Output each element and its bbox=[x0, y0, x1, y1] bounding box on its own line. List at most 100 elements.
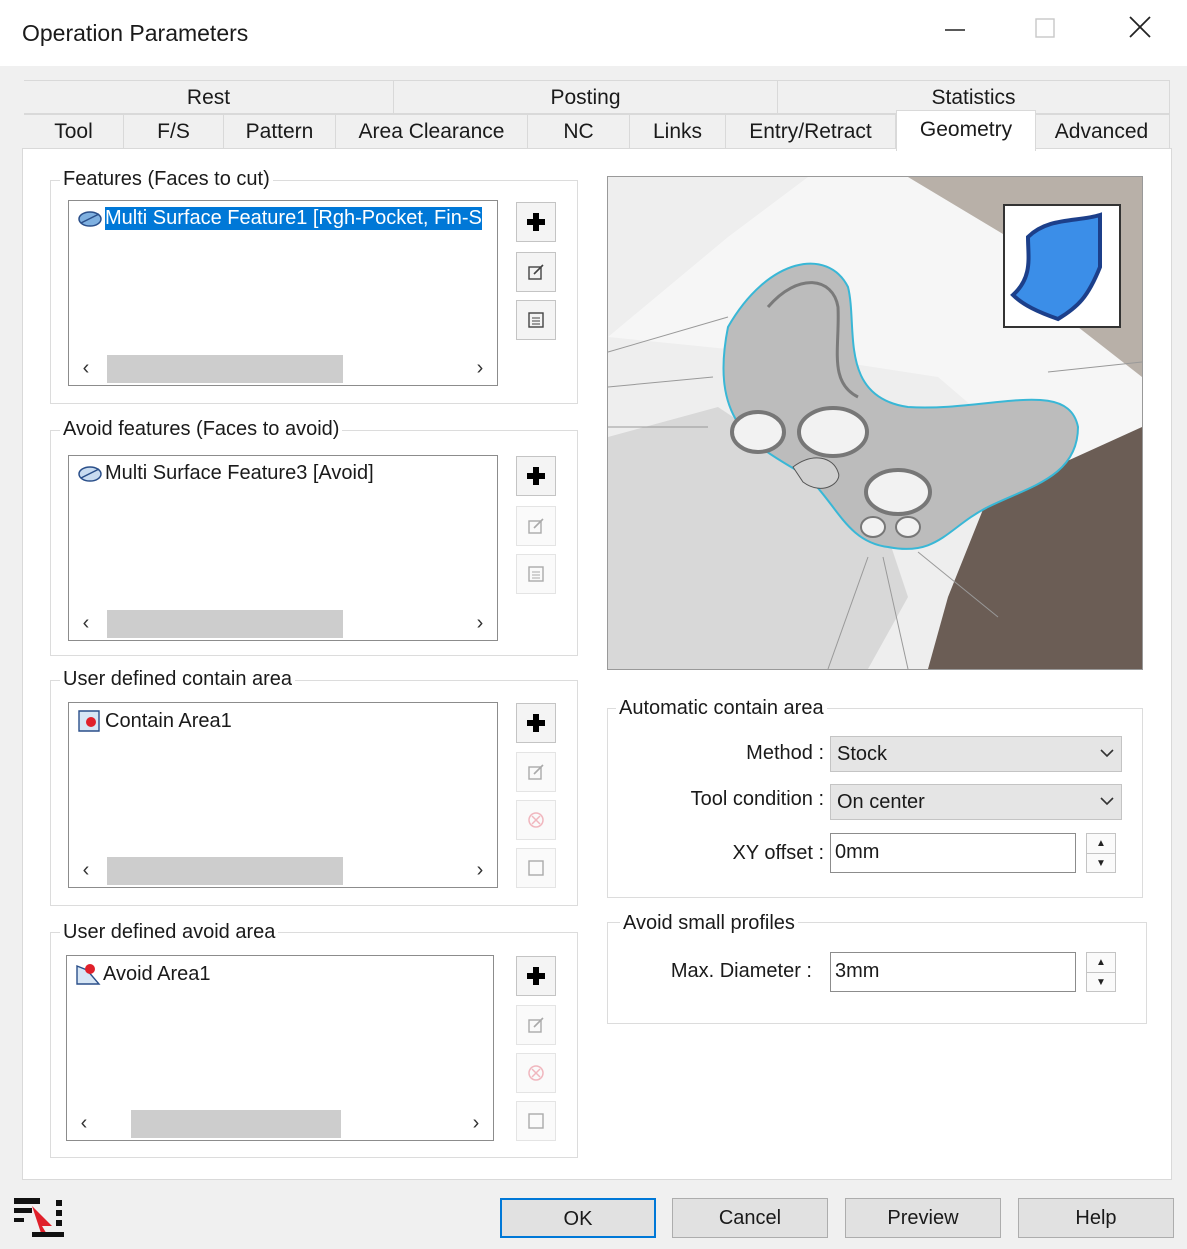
horizontal-scrollbar[interactable]: ‹ › bbox=[69, 1108, 491, 1138]
tab-advanced[interactable]: Advanced bbox=[1034, 114, 1170, 148]
add-feature-button[interactable] bbox=[516, 202, 556, 242]
xy-offset-input[interactable]: 0mm bbox=[830, 833, 1076, 873]
list-icon bbox=[528, 566, 544, 582]
horizontal-scrollbar[interactable]: ‹ › bbox=[71, 855, 495, 885]
contain-area-list[interactable]: Contain Area1 ‹ › bbox=[68, 702, 498, 888]
list-item[interactable]: Avoid Area1 bbox=[75, 962, 211, 986]
tab-fs[interactable]: F/S bbox=[124, 114, 224, 148]
tab-pattern[interactable]: Pattern bbox=[224, 114, 336, 148]
help-button[interactable]: Help bbox=[1018, 1198, 1174, 1238]
horizontal-scrollbar[interactable]: ‹ › bbox=[71, 353, 495, 383]
list-avoid-feature-button[interactable] bbox=[516, 554, 556, 594]
spin-up-icon[interactable]: ▲ bbox=[1087, 953, 1115, 973]
list-contain-area-button[interactable] bbox=[516, 848, 556, 888]
delete-contain-area-button[interactable] bbox=[516, 800, 556, 840]
spin-up-icon[interactable]: ▲ bbox=[1087, 834, 1115, 854]
edit-icon bbox=[528, 518, 544, 534]
tab-geometry[interactable]: Geometry bbox=[896, 110, 1036, 151]
chevron-down-icon bbox=[1099, 785, 1115, 830]
cancel-button[interactable]: Cancel bbox=[672, 1198, 828, 1238]
tab-entry-retract[interactable]: Entry/Retract bbox=[726, 114, 896, 148]
list-item[interactable]: Multi Surface Feature3 [Avoid] bbox=[77, 462, 374, 485]
tab-tool[interactable]: Tool bbox=[24, 114, 124, 148]
surface-feature-icon bbox=[78, 465, 102, 482]
delete-icon bbox=[528, 1065, 544, 1081]
list-item-label: Contain Area1 bbox=[105, 709, 232, 732]
plus-icon bbox=[527, 467, 545, 485]
scroll-thumb[interactable] bbox=[107, 610, 343, 638]
avoid-area-icon bbox=[76, 964, 101, 985]
spin-down-icon[interactable]: ▼ bbox=[1087, 854, 1115, 873]
delete-avoid-area-button[interactable] bbox=[516, 1053, 556, 1093]
scroll-left-icon[interactable]: ‹ bbox=[69, 1108, 99, 1138]
edit-contain-area-button[interactable] bbox=[516, 752, 556, 792]
list-item-label: Multi Surface Feature1 [Rgh-Pocket, Fin-… bbox=[105, 207, 482, 230]
tab-rest[interactable]: Rest bbox=[24, 80, 394, 114]
max-diameter-stepper[interactable]: ▲ ▼ bbox=[1086, 952, 1116, 992]
add-contain-area-button[interactable] bbox=[516, 703, 556, 743]
list-avoid-area-button[interactable] bbox=[516, 1101, 556, 1141]
minimize-icon bbox=[945, 29, 965, 31]
list-icon bbox=[528, 1113, 544, 1129]
scroll-right-icon[interactable]: › bbox=[465, 353, 495, 383]
tab-area-clearance[interactable]: Area Clearance bbox=[336, 114, 528, 148]
avoid-features-list[interactable]: Multi Surface Feature3 [Avoid] ‹ › bbox=[68, 455, 498, 641]
scroll-thumb[interactable] bbox=[131, 1110, 341, 1138]
plus-icon bbox=[527, 967, 545, 985]
edit-feature-button[interactable] bbox=[516, 252, 556, 292]
scroll-left-icon[interactable]: ‹ bbox=[71, 855, 101, 885]
tool-condition-label: Tool condition : bbox=[690, 788, 824, 810]
geometry-preview bbox=[607, 176, 1143, 670]
method-select[interactable]: Stock bbox=[830, 736, 1122, 772]
horizontal-scrollbar[interactable]: ‹ › bbox=[71, 608, 495, 638]
contain-area-icon bbox=[78, 710, 100, 732]
close-button[interactable] bbox=[1115, 14, 1165, 54]
scroll-left-icon[interactable]: ‹ bbox=[71, 608, 101, 638]
avoid-features-group-label: Avoid features (Faces to avoid) bbox=[60, 418, 343, 441]
add-avoid-feature-button[interactable] bbox=[516, 456, 556, 496]
edit-avoid-area-button[interactable] bbox=[516, 1005, 556, 1045]
ok-button[interactable]: OK bbox=[500, 1198, 656, 1238]
edit-icon bbox=[528, 764, 544, 780]
contain-area-group-label: User defined contain area bbox=[60, 668, 296, 691]
add-avoid-area-button[interactable] bbox=[516, 956, 556, 996]
scroll-right-icon[interactable]: › bbox=[465, 855, 495, 885]
scroll-thumb[interactable] bbox=[107, 355, 343, 383]
scroll-right-icon[interactable]: › bbox=[461, 1108, 491, 1138]
tab-statistics[interactable]: Statistics bbox=[778, 80, 1170, 114]
scroll-right-icon[interactable]: › bbox=[465, 608, 495, 638]
tab-links[interactable]: Links bbox=[630, 114, 726, 148]
max-diameter-label: Max. Diameter : bbox=[670, 960, 812, 982]
edit-avoid-feature-button[interactable] bbox=[516, 506, 556, 546]
xy-offset-stepper[interactable]: ▲ ▼ bbox=[1086, 833, 1116, 873]
window-title: Operation Parameters bbox=[22, 20, 249, 46]
max-diameter-input[interactable]: 3mm bbox=[830, 952, 1076, 992]
tool-condition-value: On center bbox=[837, 791, 925, 813]
surface-feature-icon bbox=[78, 210, 102, 227]
chevron-down-icon bbox=[1099, 737, 1115, 782]
maximize-button bbox=[1020, 14, 1070, 54]
part-model-image bbox=[608, 177, 1142, 669]
automatic-contain-group-label: Automatic contain area bbox=[616, 697, 827, 720]
list-feature-button[interactable] bbox=[516, 300, 556, 340]
avoid-small-profiles-label: Avoid small profiles bbox=[620, 912, 798, 935]
list-item-label: Multi Surface Feature3 [Avoid] bbox=[105, 462, 374, 484]
features-group-label: Features (Faces to cut) bbox=[60, 168, 273, 191]
avoid-area-list[interactable]: Avoid Area1 ‹ › bbox=[66, 955, 494, 1141]
close-icon bbox=[1129, 16, 1151, 38]
tab-nc[interactable]: NC bbox=[528, 114, 630, 148]
list-item[interactable]: Contain Area1 bbox=[77, 709, 232, 733]
edit-icon bbox=[528, 1017, 544, 1033]
spin-down-icon[interactable]: ▼ bbox=[1087, 973, 1115, 992]
preview-button[interactable]: Preview bbox=[845, 1198, 1001, 1238]
scroll-left-icon[interactable]: ‹ bbox=[71, 353, 101, 383]
edit-icon bbox=[528, 264, 544, 280]
scroll-thumb[interactable] bbox=[107, 857, 343, 885]
minimize-button[interactable] bbox=[930, 14, 980, 54]
tool-condition-select[interactable]: On center bbox=[830, 784, 1122, 820]
list-item[interactable]: Multi Surface Feature1 [Rgh-Pocket, Fin-… bbox=[77, 207, 497, 230]
tab-posting[interactable]: Posting bbox=[394, 80, 778, 114]
avoid-area-group-label: User defined avoid area bbox=[60, 921, 279, 944]
features-list[interactable]: Multi Surface Feature1 [Rgh-Pocket, Fin-… bbox=[68, 200, 498, 386]
plus-icon bbox=[527, 213, 545, 231]
